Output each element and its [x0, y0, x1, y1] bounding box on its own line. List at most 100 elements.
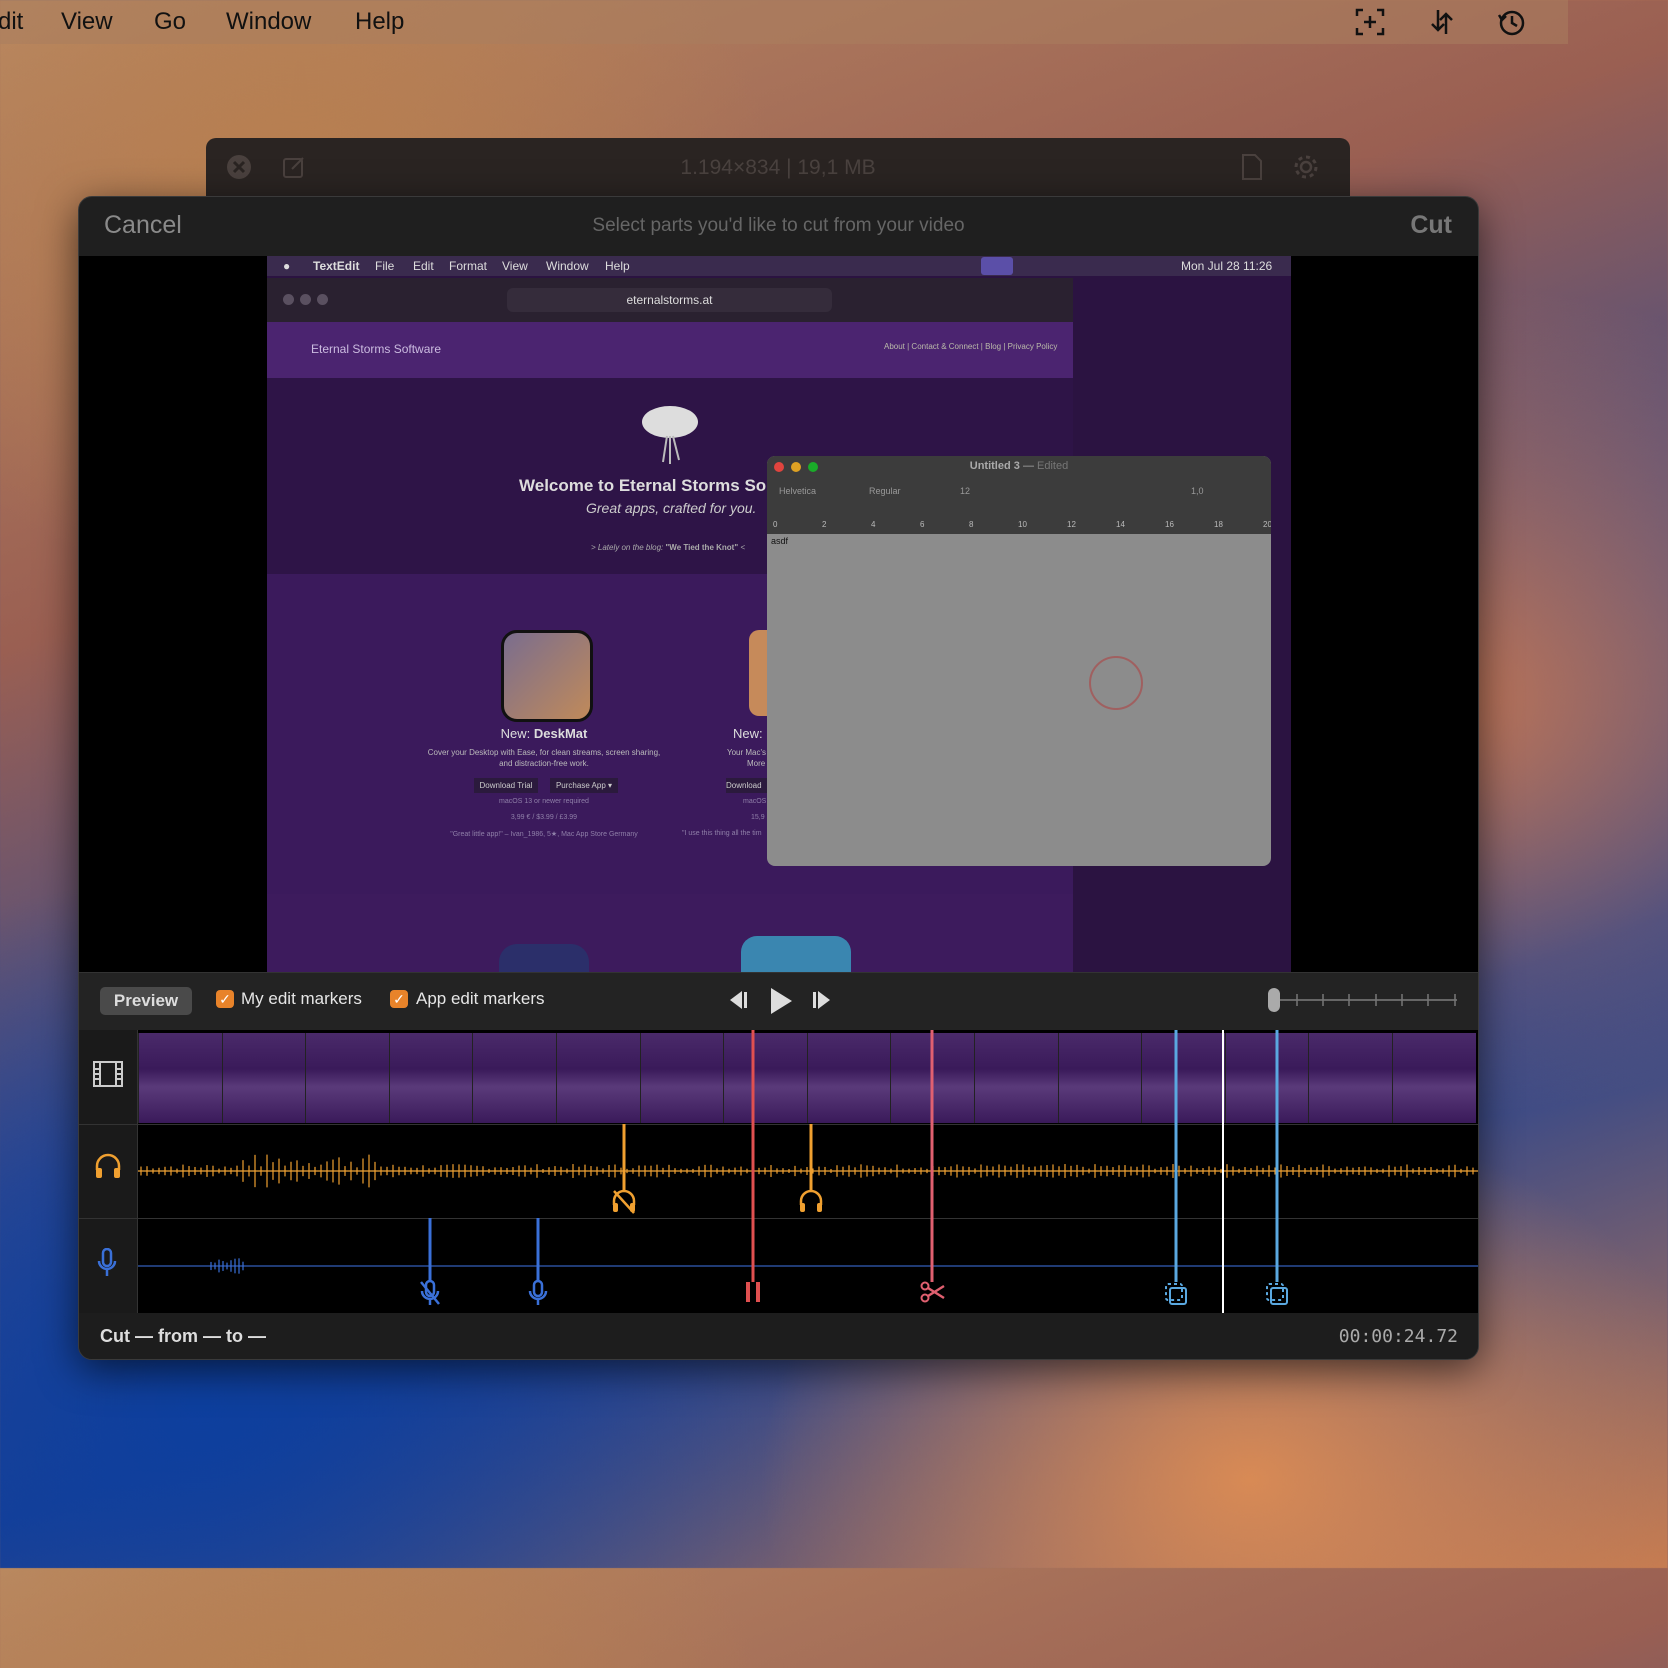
playback-controls: Preview ✓ My edit markers ✓ App edit mar…	[79, 972, 1478, 1031]
timeline[interactable]	[79, 1030, 1479, 1313]
site-header: Eternal Storms Software About | Contact …	[267, 322, 1073, 378]
app2-desc1: Your Mac's	[727, 748, 767, 757]
cut-range-text: Cut — from — to —	[100, 1326, 266, 1346]
pause-marker-icon	[746, 1282, 760, 1302]
app-markers-label: App edit markers	[416, 989, 545, 1008]
safari-toolbar: eternalstorms.at	[267, 278, 1073, 322]
ruler-label: 8	[969, 520, 974, 529]
footer-app-icon	[741, 936, 851, 972]
my-markers-label: My edit markers	[241, 989, 362, 1008]
traffic-light-icon	[283, 294, 294, 305]
app1-quote: "Great little app!" – Ivan_1986, 5★, Mac…	[450, 831, 638, 838]
app1-download: Download Trial	[474, 778, 538, 793]
ruler-label: 18	[1214, 520, 1223, 529]
video-menu-format: Format	[449, 259, 488, 273]
audio-muted-marker-icon	[612, 1189, 636, 1214]
history-icon[interactable]	[1496, 6, 1528, 38]
deskmat-app-icon	[501, 630, 593, 722]
video-menubar: ● TextEdit File Edit Format View Window …	[267, 256, 1291, 276]
previous-frame-icon[interactable]	[724, 989, 750, 1011]
video-preview[interactable]: ● TextEdit File Edit Format View Window …	[79, 256, 1478, 972]
textedit-title-sep: —	[1019, 460, 1038, 472]
textedit-toolbar: Untitled 3 — Edited Helvetica Regular 12…	[767, 456, 1271, 534]
app1-price: 3,99 € / $3.99 / £3.99	[510, 814, 578, 821]
area-change-marker-icon	[1266, 1283, 1288, 1305]
app1-purchase: Purchase App ▾	[550, 778, 618, 793]
blog-line-title: "We Tied the Knot"	[665, 543, 739, 552]
menu-help[interactable]: Help	[355, 8, 404, 36]
menu-edit[interactable]: dit	[0, 8, 23, 36]
click-indicator	[1089, 656, 1143, 710]
style-select: Regular	[869, 486, 901, 496]
app1-desc1: Cover your Desktop with Ease, for clean …	[427, 748, 661, 757]
play-icon[interactable]	[768, 986, 794, 1016]
ruler-label: 4	[871, 520, 876, 529]
my-markers-checkbox[interactable]: ✓	[216, 990, 234, 1008]
mic-muted-marker-icon	[420, 1279, 440, 1305]
instruction-text: Select parts you'd like to cut from your…	[592, 215, 965, 236]
video-menu-help: Help	[605, 259, 630, 273]
app2-price: 15,9	[751, 814, 765, 821]
blog-line-suffix: <	[738, 543, 746, 552]
area-change-marker-icon	[1165, 1283, 1187, 1305]
timeline-overlay[interactable]	[79, 1030, 1479, 1313]
site-name: Eternal Storms Software	[311, 342, 442, 356]
ruler-label: 2	[822, 520, 827, 529]
app1-name: DeskMat	[533, 726, 588, 741]
textedit-title-name: Untitled 3	[969, 460, 1020, 472]
app1-prefix: New:	[500, 726, 534, 741]
ruler: 0 2 4 6 8 10 12 14 16 18 20	[767, 520, 1271, 532]
zoom-slider[interactable]	[1265, 985, 1461, 1015]
site-nav: About | Contact & Connect | Blog | Priva…	[884, 342, 1058, 351]
sync-icon[interactable]	[1426, 6, 1458, 38]
app1-req: macOS 13 or newer required	[499, 798, 589, 805]
app2-desc2: More	[747, 759, 766, 768]
audio-on-marker-icon	[799, 1189, 823, 1212]
menu-bar: dit View Go Window Help	[0, 0, 1568, 44]
document-text: asdf	[771, 536, 789, 546]
menu-go[interactable]: Go	[154, 8, 186, 36]
app2-title: New:	[733, 726, 763, 741]
screenshot-icon[interactable]	[1354, 6, 1386, 38]
spacing-select: 1,0	[1191, 486, 1204, 496]
ruler-label: 6	[920, 520, 925, 529]
textedit-edited: Edited	[1037, 460, 1069, 472]
background-window: 1.194×834 | 19,1 MB	[206, 138, 1350, 198]
footer-app-icon	[499, 944, 589, 972]
video-menu-edit: Edit	[413, 259, 434, 273]
cut-button[interactable]: Cut	[1410, 211, 1452, 240]
blog-line-prefix: > Lately on the blog:	[591, 543, 666, 552]
font-select: Helvetica	[779, 486, 817, 496]
ruler-label: 0	[773, 520, 778, 529]
background-window-title: 1.194×834 | 19,1 MB	[680, 156, 876, 179]
cloud-logo-icon	[642, 406, 698, 464]
hero-title: Welcome to Eternal Storms So	[519, 476, 767, 495]
video-menu-file: File	[375, 259, 395, 273]
menu-view[interactable]: View	[61, 8, 113, 36]
menu-window[interactable]: Window	[226, 8, 311, 36]
textedit-window: Untitled 3 — Edited Helvetica Regular 12…	[767, 456, 1271, 866]
document-icon[interactable]	[1240, 153, 1264, 181]
video-app-name: TextEdit	[313, 259, 360, 273]
ruler-label: 10	[1018, 520, 1027, 529]
gear-icon[interactable]	[1292, 153, 1320, 181]
size-select: 12	[960, 486, 971, 496]
video-menu-view: View	[502, 259, 528, 273]
video-clock: Mon Jul 28 11:26	[1181, 259, 1273, 273]
next-frame-icon[interactable]	[810, 989, 836, 1011]
app-markers-checkbox[interactable]: ✓	[390, 990, 408, 1008]
preview-button[interactable]: Preview	[100, 987, 192, 1015]
app2-download: Download	[726, 778, 770, 793]
app2-req: macOS	[743, 798, 767, 805]
textedit-title: Untitled 3 — Edited	[767, 460, 1271, 472]
site-footer	[267, 894, 1073, 972]
app1-desc2: and distraction-free work.	[499, 759, 589, 768]
hero-subtitle: Great apps, crafted for you.	[586, 500, 757, 516]
ruler-label: 14	[1116, 520, 1125, 529]
ruler-label: 20	[1263, 520, 1271, 529]
video-screen-icon	[981, 257, 1013, 275]
blog-line: > Lately on the blog: "We Tied the Knot"…	[591, 543, 745, 552]
safari-url-field: eternalstorms.at	[507, 288, 832, 312]
traffic-light-icon	[300, 294, 311, 305]
app2-quote: "I use this thing all the tim	[682, 830, 762, 837]
